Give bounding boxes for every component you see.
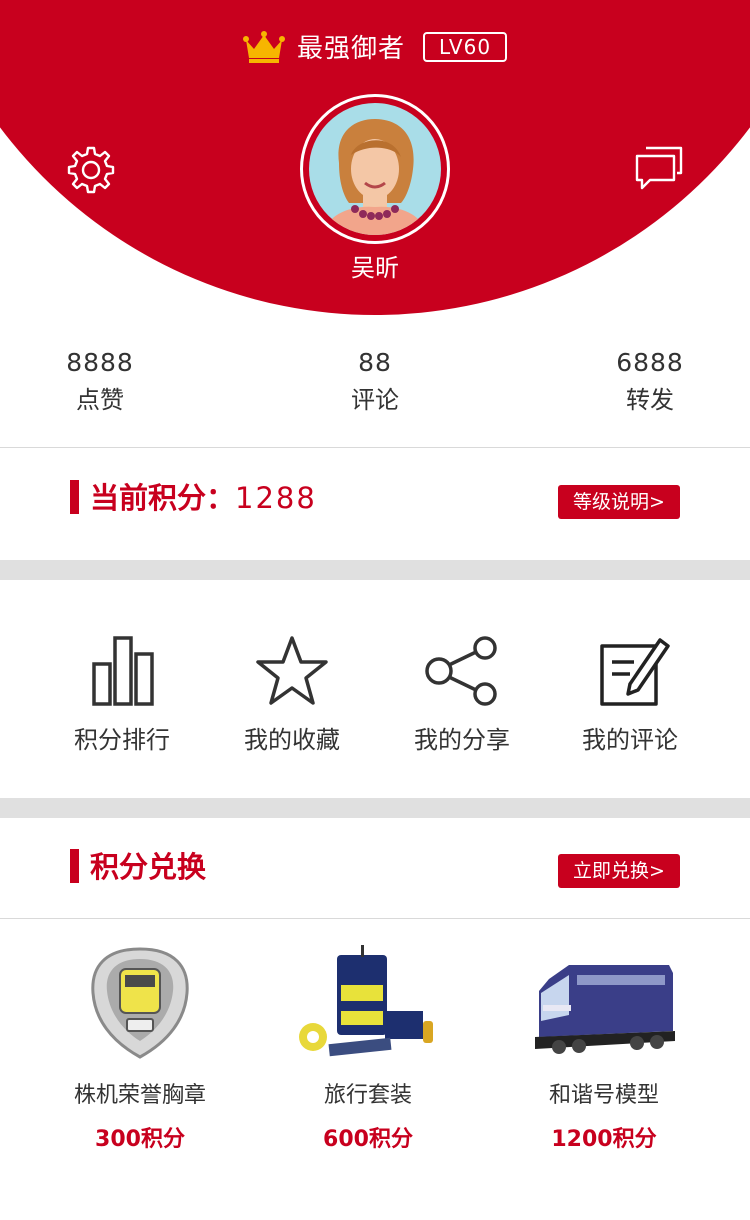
username: 吴昕 bbox=[351, 254, 399, 282]
menu-favorites[interactable]: 我的收藏 bbox=[207, 632, 377, 755]
stat-likes[interactable]: 8888 点赞 bbox=[20, 345, 180, 419]
product-card[interactable]: 旅行套装 600积分 bbox=[258, 945, 478, 1153]
badge-image bbox=[91, 947, 189, 1059]
share-icon bbox=[425, 636, 497, 706]
stat-shares-value: 6888 bbox=[616, 348, 684, 377]
avatar-image bbox=[309, 103, 441, 235]
product-name: 旅行套装 bbox=[323, 1083, 412, 1108]
user-title: 最强御者 bbox=[296, 34, 405, 64]
exchange-title: 积分兑换 bbox=[90, 850, 207, 884]
menu-ranking[interactable]: 积分排行 bbox=[37, 632, 207, 755]
section-marker bbox=[70, 849, 79, 883]
points-heading: 当前积分：1288 bbox=[90, 478, 317, 518]
points-title: 当前积分： bbox=[90, 481, 236, 515]
points-value: 1288 bbox=[235, 481, 317, 515]
separator-band bbox=[0, 560, 750, 580]
menu-ranking-label: 积分排行 bbox=[74, 726, 170, 754]
profile-header: 最强御者 LV60 吴昕 bbox=[0, 0, 750, 320]
crown-icon bbox=[242, 30, 285, 63]
product-price: 300积分 bbox=[95, 1127, 185, 1152]
stat-shares-label: 转发 bbox=[626, 386, 674, 414]
product-name: 和谐号模型 bbox=[548, 1083, 659, 1108]
menu-comments-label: 我的评论 bbox=[582, 726, 678, 754]
menu-shares-label: 我的分享 bbox=[414, 726, 510, 754]
menu-favorites-label: 我的收藏 bbox=[244, 726, 340, 754]
stat-shares[interactable]: 6888 转发 bbox=[570, 345, 730, 419]
settings-gear-icon[interactable] bbox=[66, 144, 116, 194]
stat-likes-label: 点赞 bbox=[76, 386, 124, 414]
stat-comments-label: 评论 bbox=[351, 386, 399, 414]
product-card[interactable]: 和谐号模型 1200积分 bbox=[494, 945, 714, 1153]
bar-chart-icon bbox=[92, 636, 154, 706]
stats-row: 8888 点赞 88 评论 6888 转发 bbox=[0, 345, 750, 425]
divider bbox=[0, 447, 750, 448]
redeem-now-button[interactable]: 立即兑换> bbox=[558, 854, 680, 888]
product-price: 1200积分 bbox=[551, 1127, 657, 1152]
stat-comments-value: 88 bbox=[358, 348, 392, 377]
travel-kit-image bbox=[299, 945, 433, 1057]
menu-shares[interactable]: 我的分享 bbox=[377, 632, 547, 755]
train-model-image bbox=[535, 965, 675, 1054]
level-badge: LV60 bbox=[422, 31, 508, 62]
product-name: 株机荣誉胸章 bbox=[73, 1083, 206, 1108]
stat-comments[interactable]: 88 评论 bbox=[295, 345, 455, 419]
divider bbox=[0, 918, 750, 919]
edit-icon bbox=[600, 638, 670, 706]
section-marker bbox=[70, 480, 79, 514]
product-card[interactable]: 株机荣誉胸章 300积分 bbox=[30, 945, 250, 1153]
avatar[interactable] bbox=[300, 94, 450, 244]
product-price: 600积分 bbox=[323, 1127, 413, 1152]
title-row: 最强御者 LV60 bbox=[0, 28, 750, 65]
separator-band bbox=[0, 798, 750, 818]
star-icon bbox=[256, 636, 328, 705]
level-info-button[interactable]: 等级说明> bbox=[558, 485, 680, 519]
stat-likes-value: 8888 bbox=[66, 348, 134, 377]
menu-comments[interactable]: 我的评论 bbox=[545, 632, 715, 755]
messages-icon[interactable] bbox=[634, 144, 684, 194]
